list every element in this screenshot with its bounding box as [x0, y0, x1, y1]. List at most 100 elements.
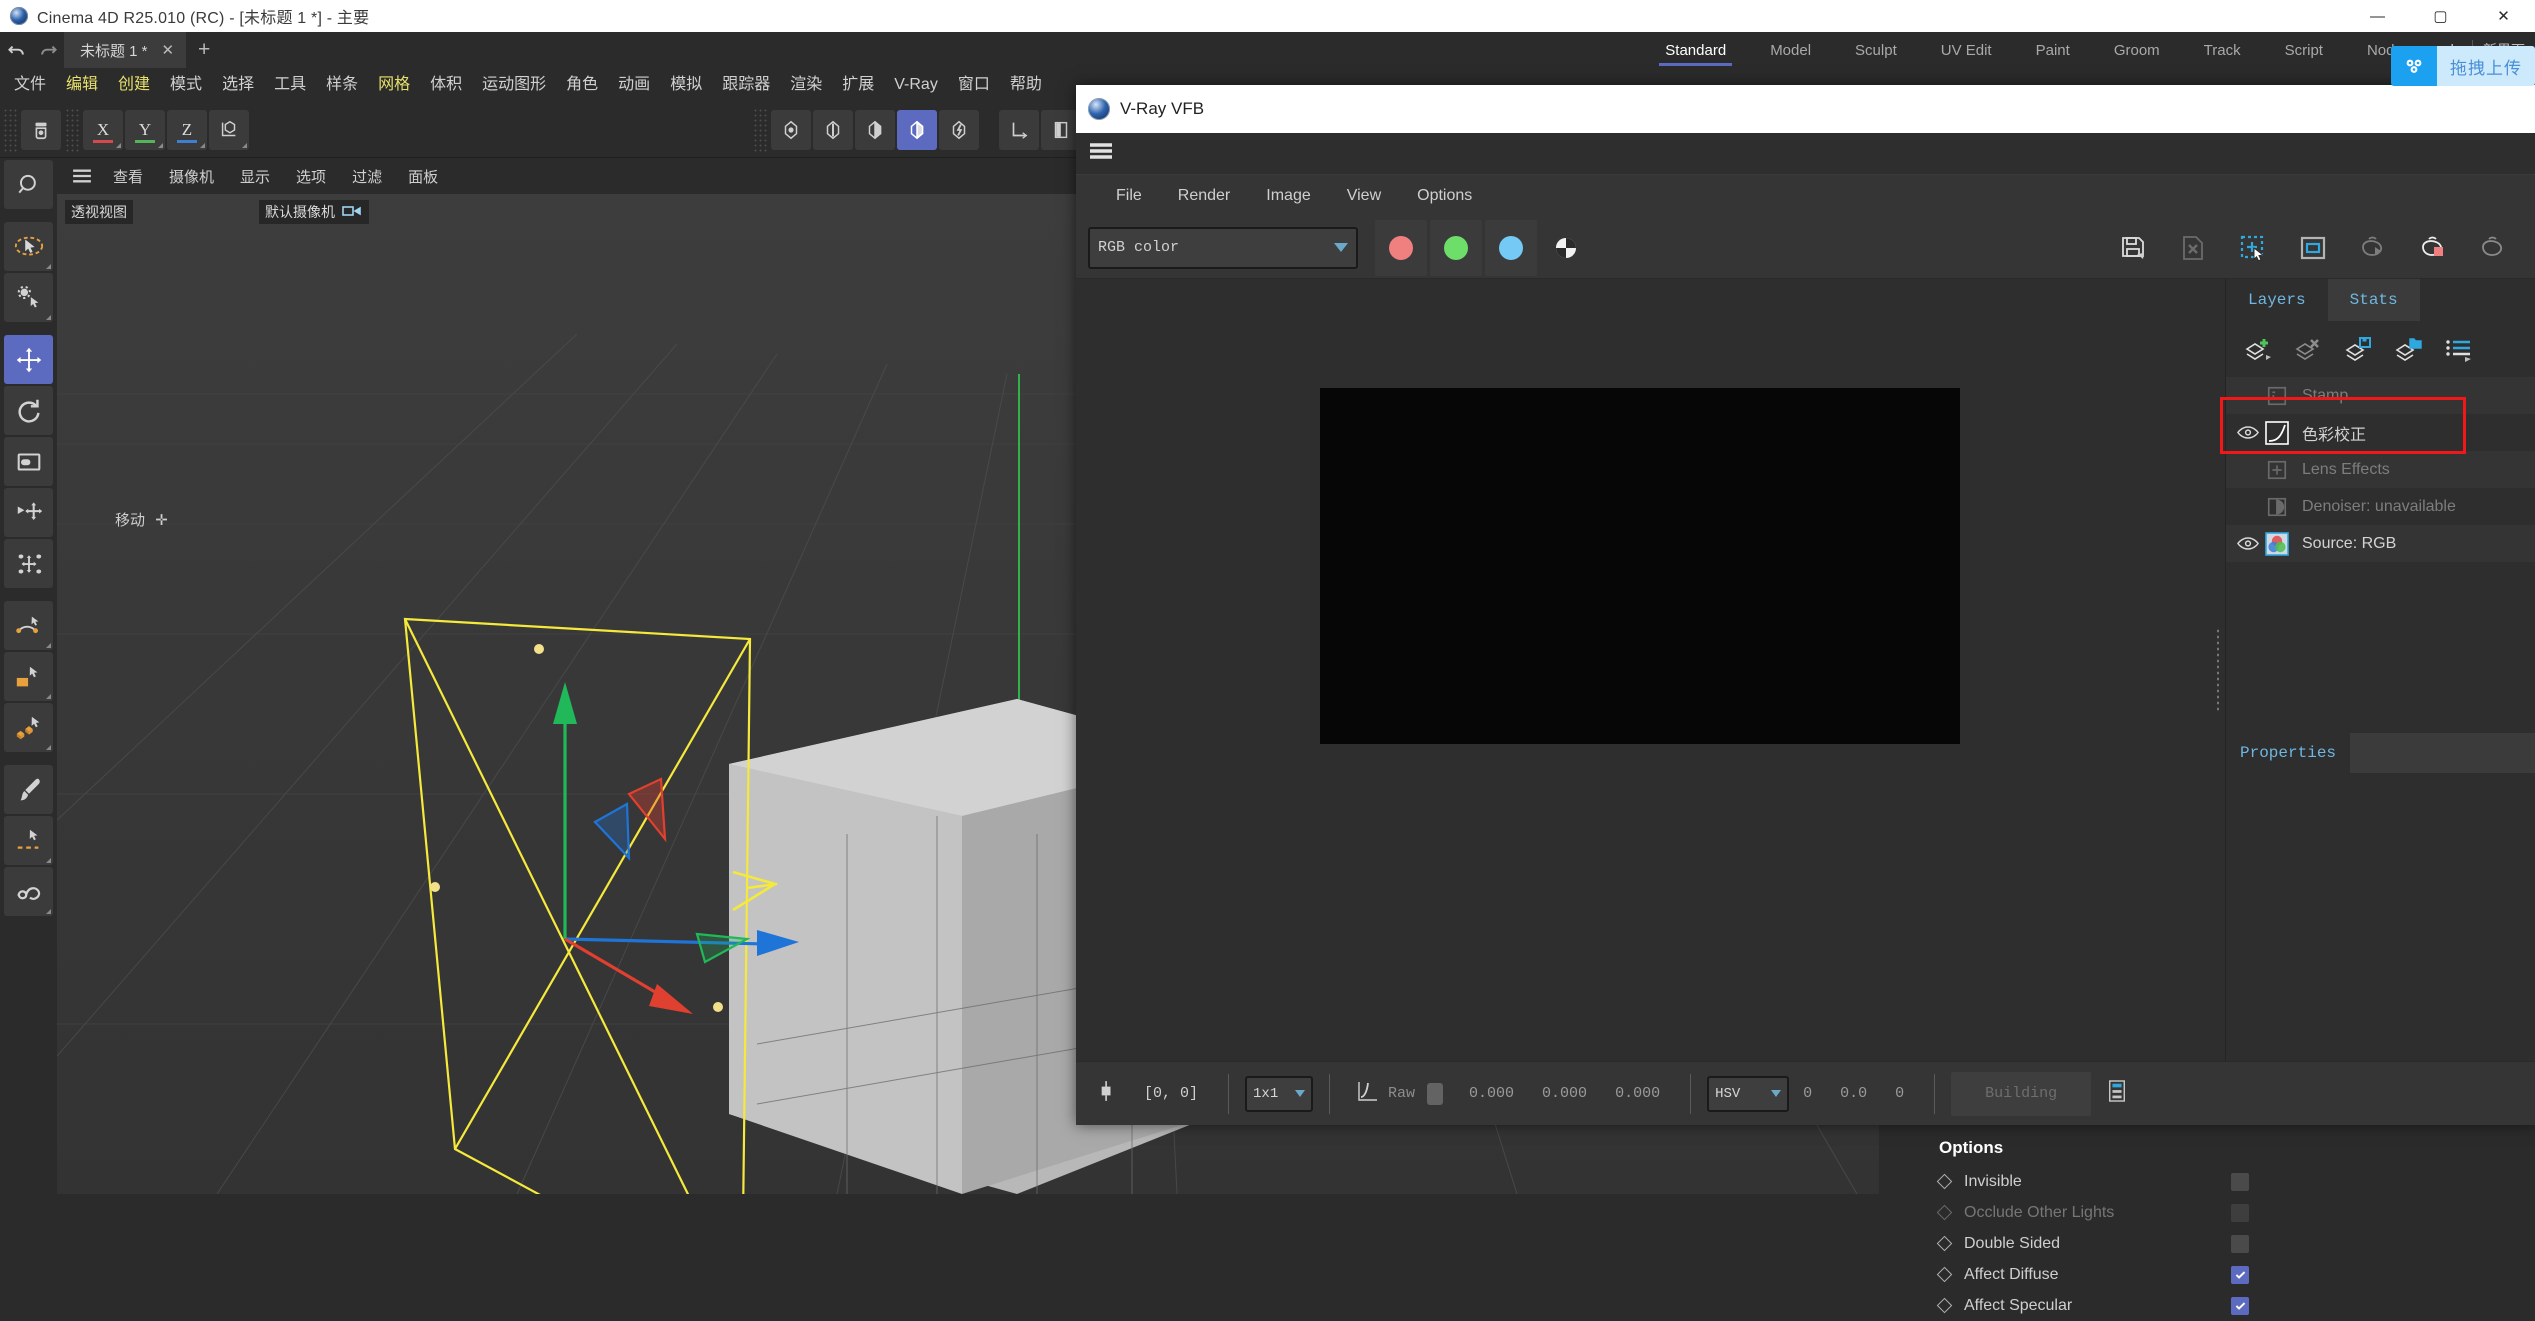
tab-standard[interactable]: Standard — [1643, 32, 1748, 68]
layer-row-denoiser[interactable]: Denoiser: unavailable — [2226, 488, 2535, 525]
menu-tools[interactable]: 工具 — [264, 68, 316, 102]
menu-extensions[interactable]: 扩展 — [832, 68, 884, 102]
render-history-icon[interactable] — [2107, 1079, 2127, 1108]
vfb-menu-render[interactable]: Render — [1160, 175, 1248, 217]
menu-create[interactable]: 创建 — [108, 68, 160, 102]
option-row-affect-specular[interactable]: Affect Specular — [1936, 1290, 2249, 1321]
model-mode-icon[interactable] — [897, 109, 937, 150]
visibility-icon[interactable] — [2232, 536, 2264, 551]
tab-sculpt[interactable]: Sculpt — [1833, 32, 1919, 68]
rotate-tool-icon[interactable] — [4, 386, 53, 435]
crop-region-icon[interactable] — [2283, 220, 2343, 276]
vfb-menu-image[interactable]: Image — [1248, 175, 1328, 217]
monochrome-toggle-icon[interactable] — [1540, 220, 1592, 276]
spline-pen-icon[interactable] — [4, 601, 53, 650]
option-checkbox[interactable] — [2231, 1172, 2249, 1191]
workplane-icon[interactable] — [999, 109, 1039, 150]
polygon-pen-icon[interactable] — [4, 652, 53, 701]
region-render-icon[interactable] — [2223, 220, 2283, 276]
tab-model[interactable]: Model — [1748, 32, 1833, 68]
color-mode-select[interactable]: HSV — [1707, 1075, 1790, 1112]
menu-render[interactable]: 渲染 — [780, 68, 832, 102]
clear-image-icon[interactable] — [2163, 220, 2223, 276]
option-checkbox[interactable] — [2231, 1203, 2249, 1222]
move-tool-icon[interactable] — [4, 335, 53, 384]
option-checkbox[interactable] — [2231, 1296, 2249, 1315]
brush-tool-icon[interactable] — [4, 765, 53, 814]
redo-arrow-icon[interactable] — [32, 32, 64, 68]
menu-mograph[interactable]: 运动图形 — [472, 68, 556, 102]
tab-layers[interactable]: Layers — [2226, 279, 2328, 321]
save-layers-icon[interactable] — [2338, 328, 2380, 370]
visibility-icon[interactable] — [2232, 425, 2264, 440]
render-preview-image[interactable] — [1320, 388, 1960, 744]
world-axis-icon[interactable] — [209, 109, 249, 150]
blue-channel-toggle[interactable] — [1485, 219, 1537, 276]
toolbar-grip[interactable] — [3, 107, 17, 152]
tab-uv-edit[interactable]: UV Edit — [1919, 32, 2014, 68]
live-selection-cursor-icon[interactable] — [4, 222, 53, 271]
menu-vray[interactable]: V-Ray — [884, 68, 948, 102]
pixel-probe-icon[interactable] — [1098, 1079, 1116, 1108]
load-layers-icon[interactable] — [2388, 328, 2430, 370]
camera-lock-icon[interactable] — [341, 204, 363, 221]
upload-badge[interactable]: 拖拽上传 — [2391, 46, 2535, 86]
viewport-menu-panel[interactable]: 面板 — [396, 166, 450, 187]
vfb-menu-icon[interactable] — [1088, 142, 1114, 165]
option-row-occlude-other-lights[interactable]: Occlude Other Lights — [1936, 1197, 2249, 1228]
viewport-menu-filter[interactable]: 过滤 — [340, 166, 394, 187]
live-selection-icon[interactable] — [21, 109, 61, 150]
layer-row-color-correction[interactable]: 色彩校正 — [2226, 414, 2535, 451]
tool-settings-icon[interactable] — [4, 273, 53, 322]
edges-mode-icon[interactable] — [813, 109, 853, 150]
toolbar-grip[interactable] — [65, 107, 79, 152]
option-row-invisible[interactable]: Invisible — [1936, 1166, 2249, 1197]
vfb-panel-splitter[interactable] — [2211, 279, 2225, 1061]
remove-layer-icon[interactable] — [2288, 328, 2330, 370]
menu-help[interactable]: 帮助 — [1000, 68, 1052, 102]
menu-character[interactable]: 角色 — [556, 68, 608, 102]
axis-x-button[interactable]: X — [83, 109, 123, 150]
poly-brush-icon[interactable] — [4, 703, 53, 752]
close-icon[interactable]: ✕ — [162, 41, 175, 59]
option-checkbox[interactable] — [2231, 1234, 2249, 1253]
tab-paint[interactable]: Paint — [2014, 32, 2092, 68]
sculpt-spline-icon[interactable] — [4, 867, 53, 916]
vfb-canvas-area[interactable] — [1076, 279, 2211, 1061]
viewport-camera-label[interactable]: 默认摄像机 — [259, 200, 369, 224]
tab-stats[interactable]: Stats — [2327, 279, 2420, 321]
reset-psr-icon[interactable] — [4, 539, 53, 588]
vfb-menu-options[interactable]: Options — [1399, 175, 1490, 217]
menu-animation[interactable]: 动画 — [608, 68, 660, 102]
viewport-menu-icon[interactable] — [65, 168, 99, 184]
menu-mode[interactable]: 模式 — [160, 68, 212, 102]
render-status-button[interactable]: Building — [1951, 1071, 2092, 1116]
viewport-menu-camera[interactable]: 摄像机 — [157, 166, 226, 187]
sculpt-pen-icon[interactable] — [4, 816, 53, 865]
exposure-curve-icon[interactable] — [1356, 1080, 1378, 1107]
viewport-solo-icon[interactable] — [1041, 109, 1081, 150]
red-channel-toggle[interactable] — [1375, 219, 1427, 276]
maximize-button[interactable]: ▢ — [2409, 0, 2472, 32]
tab-track[interactable]: Track — [2182, 32, 2263, 68]
document-tab[interactable]: 未标题 1 * ✕ — [64, 32, 187, 68]
raw-color-swatch[interactable] — [1427, 1082, 1444, 1105]
minimize-button[interactable]: — — [2346, 0, 2409, 32]
menu-window[interactable]: 窗口 — [948, 68, 1000, 102]
option-row-affect-diffuse[interactable]: Affect Diffuse — [1936, 1259, 2249, 1290]
scale-tool-icon[interactable] — [4, 437, 53, 486]
viewport-menu-display[interactable]: 显示 — [228, 166, 282, 187]
channel-select[interactable]: RGB color — [1088, 226, 1358, 269]
menu-tracker[interactable]: 跟踪器 — [712, 68, 780, 102]
undo-arrow-icon[interactable] — [0, 32, 32, 68]
menu-select[interactable]: 选择 — [212, 68, 264, 102]
save-image-icon[interactable] — [2103, 220, 2163, 276]
menu-file[interactable]: 文件 — [4, 68, 56, 102]
close-button[interactable]: ✕ — [2472, 0, 2535, 32]
polygons-mode-icon[interactable] — [855, 109, 895, 150]
layer-row-lens-effects[interactable]: Lens Effects — [2226, 451, 2535, 488]
start-render-icon[interactable] — [2463, 220, 2523, 276]
properties-field[interactable] — [2350, 733, 2535, 773]
viewport-menu-options[interactable]: 选项 — [284, 166, 338, 187]
menu-edit[interactable]: 编辑 — [56, 68, 108, 102]
